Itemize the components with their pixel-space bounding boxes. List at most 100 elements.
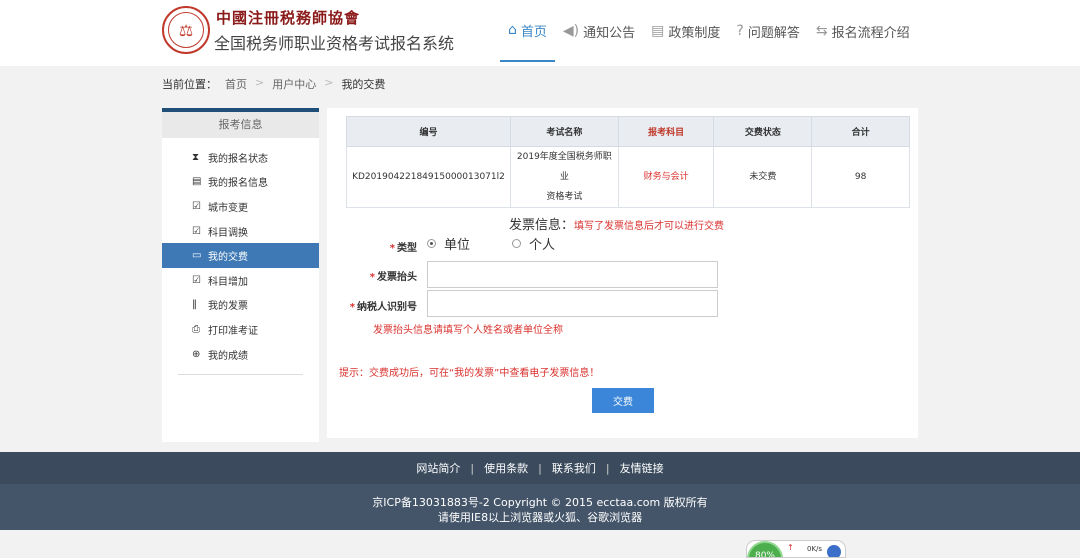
nav-policy[interactable]: ▤ 政策制度 [643, 0, 728, 62]
invoice-hint: 填写了发票信息后才可以进行交费 [574, 221, 725, 232]
cell-subject: 财务与会计 [617, 146, 715, 208]
taxid-label: * 纳税人识别号 [327, 298, 417, 313]
breadcrumb-separator: > [255, 76, 265, 89]
breadcrumb-user-center[interactable]: 用户中心 [272, 76, 316, 92]
rocket-icon [827, 545, 841, 557]
sidebar-item-subject-add[interactable]: ☑ 科目增加 [162, 268, 319, 293]
edit-icon: ☑ [192, 200, 201, 212]
nav-home[interactable]: ⌂ 首页 [500, 0, 555, 62]
invoice-header-label-text: 发票抬头 [377, 272, 417, 283]
taxid-label-text: 纳税人识别号 [357, 302, 417, 313]
sidebar-item-label: 科目调换 [208, 227, 248, 239]
invoice-title-text: 发票信息： [509, 218, 575, 233]
col-subject: 报考科目 [617, 116, 715, 147]
breadcrumb-current: 我的交费 [341, 78, 386, 91]
sidebar-item-label: 我的报名信息 [208, 178, 268, 190]
nav-label: 问题解答 [747, 25, 800, 41]
breadcrumb-home[interactable]: 首页 [225, 76, 247, 92]
cell-exam-name: 2019年度全国税务师职业 资格考试 [509, 146, 619, 208]
nav-label: 报名流程介绍 [831, 25, 910, 41]
logo: ⚖ [162, 6, 210, 54]
radio-personal-label[interactable]: 个人 [529, 234, 555, 253]
radio-company-label[interactable]: 单位 [444, 234, 470, 253]
invoice-header-label: * 发票抬头 [347, 268, 417, 283]
card-icon: ▭ [192, 250, 202, 262]
payment-panel: 编号 考试名称 报考科目 交费状态 合计 KD20190422184915000… [327, 108, 918, 438]
footer-link-contact[interactable]: 联系我们 [552, 460, 596, 476]
system-name: 全国税务师职业资格考试报名系统 [214, 34, 455, 53]
radio-personal[interactable] [512, 239, 522, 248]
sidebar-title: 报考信息 [162, 112, 319, 138]
sidebar-menu: ⧗ 我的报名状态 ▤ 我的报名信息 ☑ 城市变更 ☑ 科目调换 ▭ 我的交费 ☑… [162, 145, 319, 366]
table-row: KD20190422184915000013071l2 2019年度全国税务师职… [346, 146, 910, 208]
sidebar: 报考信息 ⧗ 我的报名状态 ▤ 我的报名信息 ☑ 城市变更 ☑ 科目调换 ▭ 我… [162, 108, 319, 442]
nav-label: 通知公告 [583, 25, 636, 41]
type-label: * 类型 [367, 239, 417, 254]
sidebar-item-scores[interactable]: ⊕ 我的成绩 [162, 342, 319, 367]
speed-percent: 80% [747, 541, 783, 557]
upload-arrow-icon: ↑ [787, 543, 794, 552]
type-radio-group: 单位 个人 [427, 234, 555, 253]
copyright: 京ICP备13031883号-2 Copyright © 2015 ecctaa… [372, 496, 708, 509]
speaker-icon: ◀) [562, 23, 580, 39]
sidebar-item-label: 我的成绩 [208, 350, 248, 362]
nav-faq[interactable]: ? 问题解答 [728, 0, 807, 62]
sidebar-item-label: 城市变更 [208, 202, 248, 214]
exam-name-line: 资格考试 [546, 192, 583, 202]
speed-rate: 0K/s [807, 545, 823, 553]
taxid-input[interactable] [427, 290, 718, 317]
sidebar-item-label: 打印准考证 [208, 325, 258, 337]
footer-info: 京ICP备13031883号-2 Copyright © 2015 ecctaa… [0, 484, 1080, 530]
hourglass-icon: ⧗ [192, 151, 200, 163]
footer-link-terms[interactable]: 使用条款 [484, 460, 528, 476]
radio-company[interactable] [427, 239, 436, 248]
top-nav: ⌂ 首页 ◀) 通知公告 ▤ 政策制度 ? 问题解答 ⇆ 报名流程介绍 [500, 0, 918, 66]
cell-id: KD20190422184915000013071l2 [346, 146, 511, 208]
speed-widget[interactable]: 80% ↑ 0K/s [746, 540, 846, 558]
breadcrumb-separator: > [324, 76, 334, 89]
col-id: 编号 [346, 116, 511, 147]
print-icon: ⎙ [192, 323, 200, 335]
zoom-icon: ⊕ [192, 348, 201, 360]
exam-name-line: 2019年度全国税务师职业 [516, 152, 612, 182]
flow-icon: ⇆ [815, 23, 828, 39]
invoice-title: 发票信息：填写了发票信息后才可以进行交费 [509, 214, 724, 233]
col-exam-name: 考试名称 [509, 116, 619, 147]
type-label-text: 类型 [397, 243, 417, 254]
footer-link-friends[interactable]: 友情链接 [620, 460, 664, 476]
sidebar-item-subject-swap[interactable]: ☑ 科目调换 [162, 219, 319, 244]
edit-icon: ☑ [192, 225, 201, 237]
cell-total: 98 [811, 146, 910, 208]
nav-label: 政策制度 [668, 25, 721, 41]
list-icon: ▤ [192, 176, 202, 188]
breadcrumb-prefix: 当前位置： [162, 78, 217, 91]
sidebar-item-my-payment[interactable]: ▭ 我的交费 [162, 243, 319, 268]
fee-table: 编号 考试名称 报考科目 交费状态 合计 KD20190422184915000… [346, 116, 910, 208]
table-header-row: 编号 考试名称 报考科目 交费状态 合计 [346, 116, 910, 147]
required-mark: * [349, 302, 355, 313]
footer-separator: | [538, 461, 542, 475]
edit-icon: ☑ [192, 274, 201, 286]
col-total: 合计 [811, 116, 910, 147]
browser-note: 请使用IE8以上浏览器或火狐、谷歌浏览器 [437, 511, 643, 524]
nav-notices[interactable]: ◀) 通知公告 [555, 0, 643, 62]
pay-button[interactable]: 交费 [592, 388, 654, 413]
sidebar-item-city-change[interactable]: ☑ 城市变更 [162, 194, 319, 219]
sidebar-item-label: 我的交费 [208, 252, 248, 264]
cell-status: 未交费 [713, 146, 813, 208]
sidebar-item-label: 我的发票 [208, 301, 248, 313]
sidebar-item-invoice[interactable]: ‖ 我的发票 [162, 293, 319, 318]
required-mark: * [389, 243, 395, 254]
invoice-header-input[interactable] [427, 261, 718, 288]
sidebar-item-print-ticket[interactable]: ⎙ 打印准考证 [162, 317, 319, 342]
sidebar-item-label: 科目增加 [208, 276, 248, 288]
sidebar-item-info[interactable]: ▤ 我的报名信息 [162, 170, 319, 195]
sidebar-item-status[interactable]: ⧗ 我的报名状态 [162, 145, 319, 170]
org-name: 中國注冊税務師協會 [216, 9, 361, 27]
scales-icon: ⚖ [168, 12, 204, 48]
home-icon: ⌂ [508, 22, 517, 38]
breadcrumb: 当前位置： 首页 > 用户中心 > 我的交费 [162, 76, 385, 92]
footer-link-about[interactable]: 网站简介 [416, 460, 460, 476]
nav-process[interactable]: ⇆ 报名流程介绍 [808, 0, 918, 62]
footer-separator: | [605, 461, 610, 475]
